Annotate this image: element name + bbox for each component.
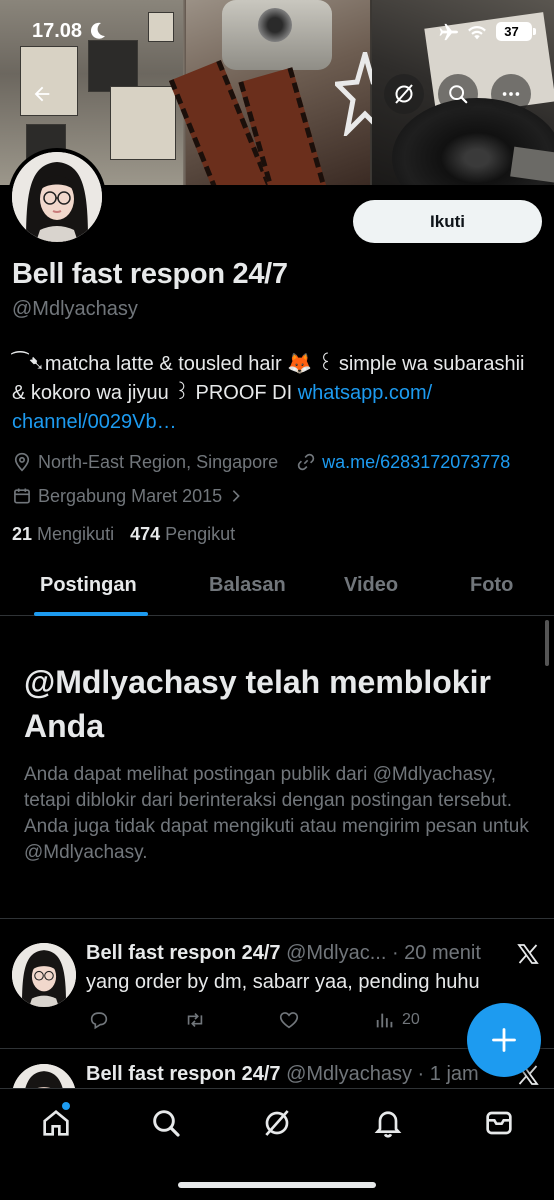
banner-poster bbox=[110, 86, 176, 160]
post-author-name[interactable]: Bell fast respon 24/7 bbox=[86, 1063, 281, 1085]
post-meta: @Mdlyachasy · 1 jam bbox=[280, 1063, 479, 1085]
blocked-description: Anda dapat melihat postingan publik dari… bbox=[24, 764, 529, 863]
tab-posts[interactable]: Postingan bbox=[40, 574, 137, 597]
tab-photos[interactable]: Foto bbox=[470, 574, 513, 597]
followers-count-link[interactable]: 474 Pengikut bbox=[130, 524, 235, 545]
more-icon bbox=[502, 92, 520, 96]
profile-joined-row[interactable]: Bergabung Maret 2015 bbox=[12, 483, 244, 509]
blocked-title: @Mdlyachasy telah memblokir Anda bbox=[24, 664, 491, 744]
profile-photo bbox=[12, 152, 102, 242]
messages-icon[interactable] bbox=[483, 1107, 515, 1139]
grok-button[interactable] bbox=[384, 74, 424, 114]
new-posts-indicator bbox=[62, 1102, 70, 1110]
grok-icon bbox=[395, 84, 413, 104]
calendar-icon bbox=[14, 488, 30, 504]
profile-name: Bell fast respon 24/7 bbox=[12, 258, 288, 290]
battery-indicator: 37 bbox=[496, 22, 536, 41]
profile-website[interactable]: wa.me/6283172073778 bbox=[322, 452, 510, 473]
followers-count: 474 bbox=[130, 524, 161, 544]
reply-icon bbox=[90, 1012, 108, 1030]
airplane-icon bbox=[439, 23, 458, 41]
bio-link-continued[interactable]: channel/0029Vb… bbox=[12, 408, 532, 437]
followers-label: Pengikut bbox=[165, 524, 236, 544]
post-header: Bell fast respon 24/7 @Mdlyachasy · 1 ja… bbox=[86, 1063, 479, 1086]
profile-avatar[interactable] bbox=[8, 148, 106, 246]
notifications-icon[interactable] bbox=[372, 1107, 404, 1139]
post-avatar-photo bbox=[12, 943, 76, 1007]
follow-counts: 21 Mengikuti 474 Pengikut bbox=[12, 524, 251, 545]
profile-handle: @Mdlyachasy bbox=[12, 298, 138, 320]
views-button[interactable]: 20 bbox=[374, 1009, 420, 1031]
reply-button[interactable] bbox=[88, 1009, 110, 1031]
post-author-name[interactable]: Bell fast respon 24/7 bbox=[86, 942, 281, 964]
bio-text: & kokoro wa jiyuu ꒱ PROOF DI bbox=[12, 382, 298, 404]
battery-level: 37 bbox=[504, 24, 519, 39]
back-arrow-icon bbox=[34, 86, 50, 102]
compose-post-button[interactable] bbox=[467, 1003, 541, 1077]
active-tab-indicator bbox=[34, 612, 148, 616]
views-icon bbox=[376, 1013, 393, 1028]
status-time: 17.08 bbox=[32, 20, 83, 42]
back-button[interactable] bbox=[22, 74, 62, 114]
plus-icon bbox=[492, 1028, 516, 1052]
profile-tabs: Postingan Balasan Video Foto bbox=[0, 560, 554, 616]
tab-replies[interactable]: Balasan bbox=[209, 574, 286, 597]
profile-location: North-East Region, Singapore bbox=[38, 451, 279, 472]
views-count: 20 bbox=[402, 1011, 420, 1028]
post-text: yang order by dm, sabarr yaa, pending hu… bbox=[86, 971, 480, 993]
chevron-right-icon bbox=[232, 490, 240, 502]
following-count: 21 bbox=[12, 524, 33, 544]
x-logo-icon bbox=[517, 944, 539, 964]
following-label: Mengikuti bbox=[37, 524, 115, 544]
home-icon[interactable] bbox=[40, 1107, 72, 1139]
following-count-link[interactable]: 21 Mengikuti bbox=[12, 524, 114, 545]
profile-bio: ⁀➷matcha latte & tousled hair 🦊 ꒰ simple… bbox=[12, 350, 532, 437]
like-button[interactable] bbox=[278, 1009, 300, 1031]
profile-meta-row: North-East Region, Singapore wa.me/62831… bbox=[12, 449, 510, 475]
home-indicator[interactable] bbox=[178, 1182, 376, 1188]
post-avatar[interactable] bbox=[12, 943, 76, 1007]
bio-link[interactable]: whatsapp.com/ bbox=[298, 382, 433, 404]
profile-joined: Bergabung Maret 2015 bbox=[38, 485, 223, 506]
moon-icon bbox=[90, 22, 105, 39]
divider bbox=[0, 918, 554, 919]
link-icon bbox=[297, 453, 315, 471]
follow-button[interactable]: Ikuti bbox=[353, 200, 542, 243]
bio-line: ⁀➷matcha latte & tousled hair 🦊 ꒰ simple… bbox=[12, 353, 525, 375]
post-meta: @Mdlyac... · 20 menit bbox=[280, 942, 481, 964]
wifi-icon bbox=[468, 26, 486, 40]
explore-icon[interactable] bbox=[150, 1107, 182, 1139]
bio-line: & kokoro wa jiyuu ꒱ PROOF DI whatsapp.co… bbox=[12, 379, 532, 408]
post-header: Bell fast respon 24/7 @Mdlyac... · 20 me… bbox=[86, 942, 481, 965]
like-icon bbox=[279, 1012, 299, 1029]
repost-button[interactable] bbox=[184, 1009, 206, 1031]
status-bar: 17.08 37 bbox=[0, 0, 554, 62]
location-icon bbox=[14, 452, 30, 472]
tab-video[interactable]: Video bbox=[344, 574, 398, 597]
search-icon bbox=[449, 85, 468, 104]
more-button[interactable] bbox=[491, 74, 531, 114]
scroll-indicator[interactable] bbox=[545, 620, 549, 666]
search-button[interactable] bbox=[438, 74, 478, 114]
grok-nav-icon[interactable] bbox=[261, 1107, 293, 1139]
repost-icon bbox=[187, 1012, 203, 1028]
